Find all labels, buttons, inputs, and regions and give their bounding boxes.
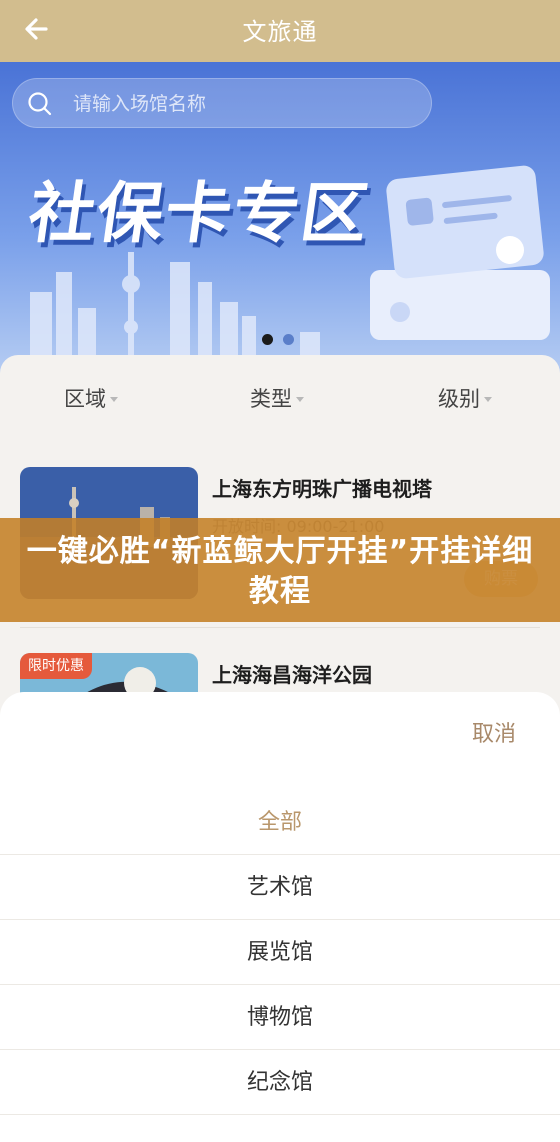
filter-type[interactable]: 类型 bbox=[250, 383, 304, 413]
overlay-caption-banner: 一键必胜“新蓝鲸大厅开挂”开挂详细教程 bbox=[0, 518, 560, 622]
option-art-museum[interactable]: 艺术馆 bbox=[0, 855, 560, 920]
promo-banner[interactable]: 社保卡专区 bbox=[0, 62, 560, 382]
option-museum[interactable]: 博物馆 bbox=[0, 985, 560, 1050]
social-card-illustration bbox=[370, 165, 550, 340]
option-exhibition-hall[interactable]: 展览馆 bbox=[0, 920, 560, 985]
app-header: 文旅通 bbox=[0, 0, 560, 62]
option-memorial-hall[interactable]: 纪念馆 bbox=[0, 1050, 560, 1115]
page-title: 文旅通 bbox=[242, 18, 318, 46]
filter-bar: 区域 类型 级别 bbox=[0, 383, 560, 419]
venue-name: 上海东方明珠广播电视塔 bbox=[212, 477, 432, 501]
search-input[interactable] bbox=[73, 91, 413, 117]
venue-name: 上海海昌海洋公园 bbox=[212, 663, 372, 687]
filter-level[interactable]: 级别 bbox=[438, 383, 492, 413]
carousel-dot[interactable] bbox=[283, 334, 294, 345]
promo-badge: 限时优惠 bbox=[20, 653, 92, 679]
option-all[interactable]: 全部 bbox=[0, 790, 560, 855]
caret-down-icon bbox=[296, 397, 304, 402]
filter-region-label: 区域 bbox=[64, 387, 106, 411]
caret-down-icon bbox=[484, 397, 492, 402]
filter-region[interactable]: 区域 bbox=[64, 383, 118, 413]
type-picker-sheet: 取消 全部 艺术馆 展览馆 博物馆 纪念馆 bbox=[0, 692, 560, 1142]
list-divider bbox=[20, 627, 540, 628]
cancel-button[interactable]: 取消 bbox=[472, 716, 516, 748]
filter-level-label: 级别 bbox=[438, 387, 480, 411]
filter-type-label: 类型 bbox=[250, 387, 292, 411]
carousel-dot-active[interactable] bbox=[262, 334, 273, 345]
overlay-caption-text: 一键必胜“新蓝鲸大厅开挂”开挂详细教程 bbox=[26, 534, 534, 609]
carousel-indicator bbox=[262, 334, 294, 345]
search-bar[interactable] bbox=[12, 78, 432, 128]
city-skyline-illustration bbox=[30, 252, 320, 372]
caret-down-icon bbox=[110, 397, 118, 402]
search-icon bbox=[28, 92, 52, 116]
